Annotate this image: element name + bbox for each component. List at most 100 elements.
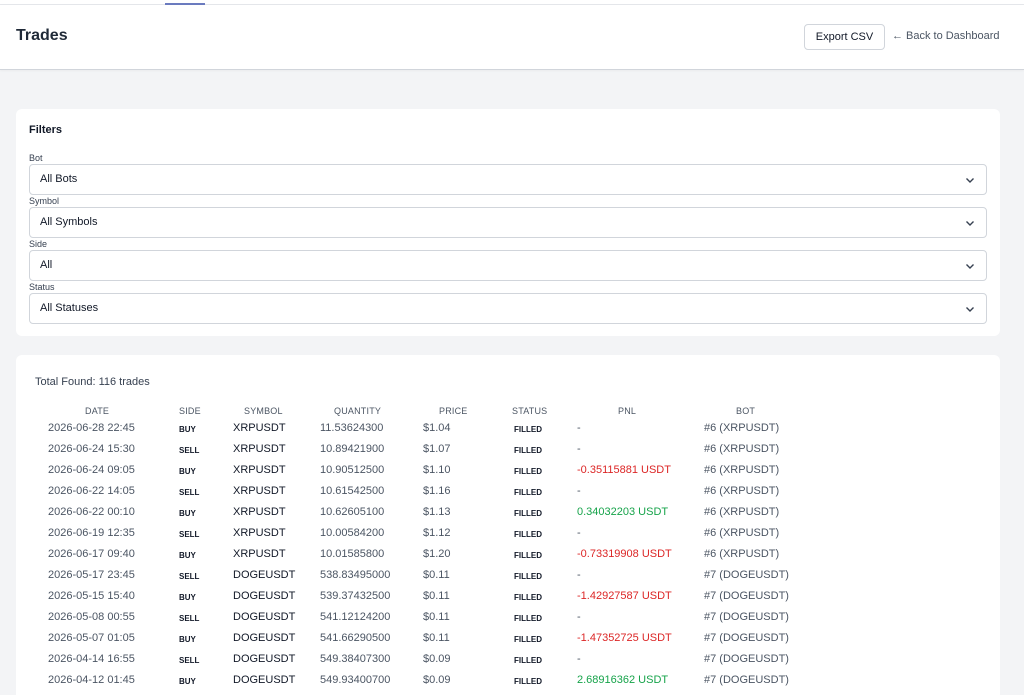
- trade-price: $1.16: [423, 485, 451, 497]
- trade-quantity: 10.61542500: [320, 485, 385, 497]
- chevron-down-icon: [966, 264, 974, 269]
- trade-status: FILLED: [514, 509, 542, 518]
- symbol-filter-label: Symbol: [29, 196, 60, 206]
- trade-price: $0.09: [423, 674, 451, 686]
- filters-title: Filters: [29, 124, 63, 136]
- trade-bot: #6 (XRPUSDT): [704, 506, 780, 518]
- trade-side: SELL: [179, 446, 200, 455]
- trade-status: FILLED: [514, 635, 542, 644]
- trade-pnl: -0.35115881 USDT: [577, 464, 671, 476]
- trade-pnl: -1.47352725 USDT: [577, 632, 672, 644]
- column-header-bot: BOT: [736, 406, 756, 416]
- trade-quantity: 549.38407300: [320, 653, 391, 665]
- trade-date: 2026-04-14 16:55: [48, 653, 135, 665]
- trade-symbol: DOGEUSDT: [233, 590, 296, 602]
- trade-symbol: XRPUSDT: [233, 464, 286, 476]
- trade-symbol: DOGEUSDT: [233, 611, 296, 623]
- arrow-left-icon: ←: [892, 30, 903, 42]
- trade-status: FILLED: [514, 467, 542, 476]
- trade-pnl: -: [577, 443, 581, 455]
- chevron-down-icon: [966, 178, 974, 183]
- trade-symbol: XRPUSDT: [233, 443, 286, 455]
- export-csv-button[interactable]: Export CSV: [804, 24, 885, 50]
- chevron-down-icon: [966, 307, 974, 312]
- trade-side: SELL: [179, 488, 200, 497]
- table-row: 2026-06-22 00:10 BUY XRPUSDT 10.62605100 $1.…: [16, 506, 1000, 527]
- trade-pnl: -: [577, 653, 581, 665]
- trade-price: $0.11: [423, 611, 450, 623]
- column-header-status: STATUS: [512, 406, 548, 416]
- trade-date: 2026-06-22 14:05: [48, 485, 135, 497]
- trade-symbol: DOGEUSDT: [233, 653, 296, 665]
- trade-symbol: XRPUSDT: [233, 422, 286, 434]
- bot-filter-label: Bot: [29, 153, 43, 163]
- table-row: 2026-06-24 09:05 BUY XRPUSDT 10.90512500 $1.…: [16, 464, 1000, 485]
- trade-bot: #6 (XRPUSDT): [704, 443, 780, 455]
- side-filter-label: Side: [29, 239, 48, 249]
- trade-status: FILLED: [514, 425, 542, 434]
- trade-date: 2026-06-22 00:10: [48, 506, 135, 518]
- table-row: 2026-05-07 01:05 BUY DOGEUSDT 541.66290500 $…: [16, 632, 1000, 653]
- trade-bot: #6 (XRPUSDT): [704, 548, 780, 560]
- trade-status: FILLED: [514, 488, 542, 497]
- trade-pnl: -: [577, 422, 581, 434]
- table-row: 2026-06-19 12:35 SELL XRPUSDT 10.00584200 $1…: [16, 527, 1000, 548]
- trade-side: SELL: [179, 572, 200, 581]
- column-header-price: PRICE: [439, 406, 468, 416]
- trade-quantity: 549.93400700: [320, 674, 391, 686]
- trade-bot: #7 (DOGEUSDT): [704, 653, 789, 665]
- table-row: 2026-06-17 09:40 BUY XRPUSDT 10.01585800 $1.…: [16, 548, 1000, 569]
- trade-symbol: DOGEUSDT: [233, 632, 296, 644]
- trade-date: 2026-05-08 00:55: [48, 611, 135, 623]
- column-header-date: DATE: [85, 406, 110, 416]
- status-filter-select[interactable]: All Statuses: [29, 293, 987, 324]
- chevron-down-icon: [966, 221, 974, 226]
- trade-date: 2026-05-17 23:45: [48, 569, 135, 581]
- trade-side: SELL: [179, 614, 200, 623]
- total-found-count: Total Found: 116 trades: [35, 376, 150, 388]
- trade-pnl: -: [577, 569, 581, 581]
- trade-side: BUY: [179, 425, 196, 434]
- trade-date: 2026-06-19 12:35: [48, 527, 135, 539]
- trade-quantity: 10.89421900: [320, 443, 385, 455]
- trade-date: 2026-06-17 09:40: [48, 548, 135, 560]
- trade-price: $0.11: [423, 632, 450, 644]
- trade-bot: #6 (XRPUSDT): [704, 527, 780, 539]
- trade-price: $1.04: [423, 422, 451, 434]
- trade-pnl: -1.42927587 USDT: [577, 590, 672, 602]
- trade-quantity: 10.00584200: [320, 527, 385, 539]
- trade-date: 2026-04-12 01:45: [48, 674, 135, 686]
- trade-status: FILLED: [514, 572, 542, 581]
- table-row: 2026-06-28 22:45 BUY XRPUSDT 11.53624300 $1.…: [16, 422, 1000, 443]
- side-filter-value: All: [40, 259, 53, 271]
- column-header-symbol: SYMBOL: [244, 406, 283, 416]
- trade-bot: #7 (DOGEUSDT): [704, 590, 789, 602]
- trade-quantity: 10.90512500: [320, 464, 385, 476]
- column-header-pnl: PNL: [618, 406, 637, 416]
- trade-pnl: 0.34032203 USDT: [577, 506, 669, 518]
- trade-symbol: DOGEUSDT: [233, 674, 296, 686]
- trade-price: $0.09: [423, 653, 451, 665]
- trades-results-card: Total Found: 116 trades DATE SIDE SYMBOL…: [16, 355, 1000, 695]
- trade-date: 2026-05-07 01:05: [48, 632, 135, 644]
- trade-price: $1.07: [423, 443, 451, 455]
- table-row: 2026-04-12 01:45 BUY DOGEUSDT 549.93400700 $…: [16, 674, 1000, 695]
- trade-price: $0.11: [423, 569, 450, 581]
- trade-price: $0.11: [423, 590, 450, 602]
- trade-status: FILLED: [514, 614, 542, 623]
- trade-side: BUY: [179, 467, 196, 476]
- bot-filter-select[interactable]: All Bots: [29, 164, 987, 195]
- back-to-dashboard-link[interactable]: ← Back to Dashboard: [892, 30, 1000, 42]
- trade-side: BUY: [179, 551, 196, 560]
- column-header-quantity: QUANTITY: [334, 406, 382, 416]
- trade-status: FILLED: [514, 530, 542, 539]
- trade-side: SELL: [179, 530, 200, 539]
- trade-bot: #6 (XRPUSDT): [704, 422, 780, 434]
- symbol-filter-select[interactable]: All Symbols: [29, 207, 987, 238]
- side-filter-select[interactable]: All: [29, 250, 987, 281]
- table-row: 2026-06-22 14:05 SELL XRPUSDT 10.61542500 $1…: [16, 485, 1000, 506]
- table-row: 2026-05-08 00:55 SELL DOGEUSDT 541.12124200…: [16, 611, 1000, 632]
- filters-card: Filters Bot All Bots Symbol All Symbols …: [16, 109, 1000, 336]
- column-header-side: SIDE: [179, 406, 201, 416]
- trade-status: FILLED: [514, 551, 542, 560]
